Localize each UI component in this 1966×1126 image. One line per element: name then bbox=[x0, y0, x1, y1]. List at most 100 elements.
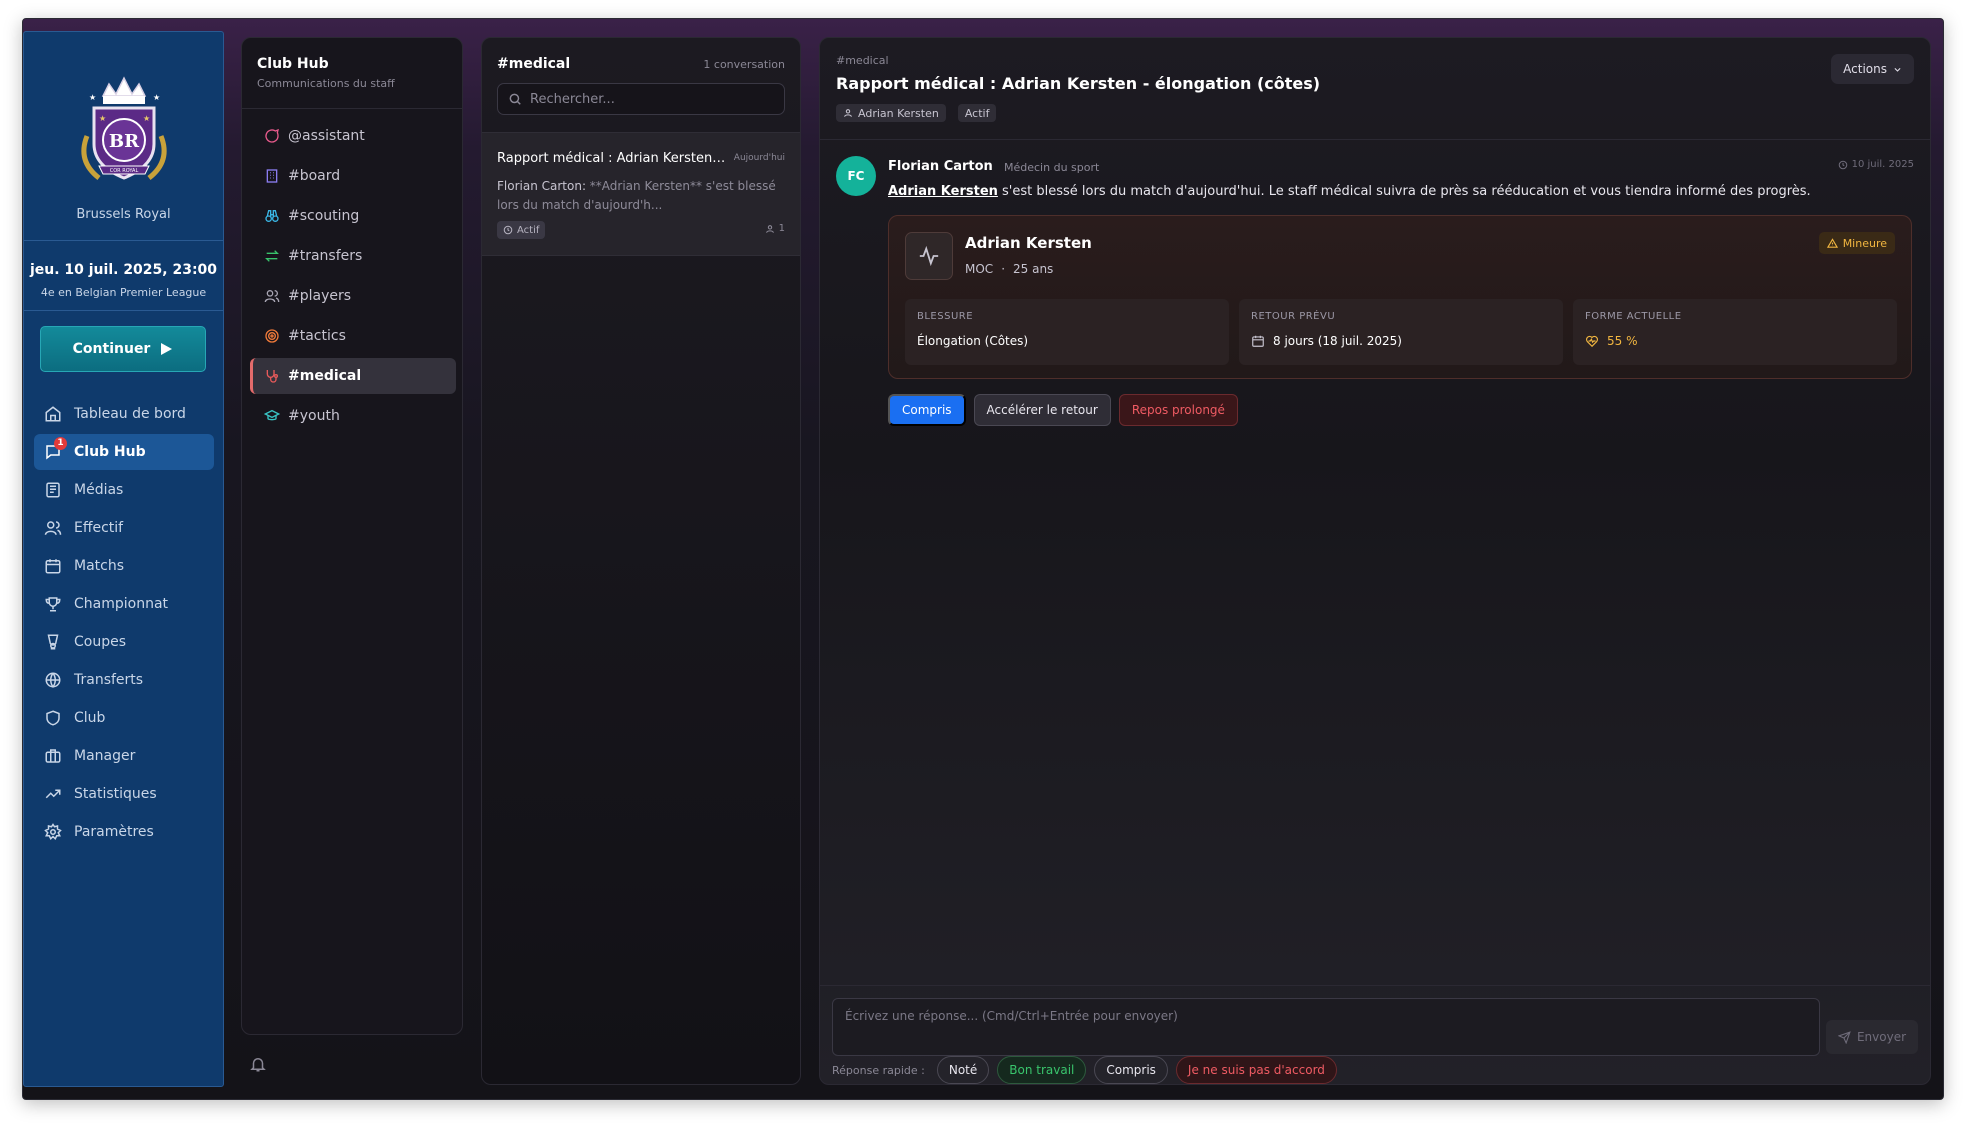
nav-item-squad[interactable]: Effectif bbox=[34, 510, 214, 546]
nav-item-label: Coupes bbox=[74, 634, 127, 650]
channel-item-tactics[interactable]: #tactics bbox=[250, 318, 456, 354]
actions-button[interactable]: Actions bbox=[1831, 54, 1914, 84]
search-box bbox=[497, 83, 785, 115]
conversation-preview: Florian Carton: **Adrian Kersten** s'est… bbox=[497, 177, 787, 215]
thread-header-divider bbox=[820, 139, 1930, 140]
nav-item-label: Club bbox=[74, 710, 106, 726]
understood-button[interactable]: Compris bbox=[888, 394, 966, 426]
meta-separator: · bbox=[1001, 262, 1006, 276]
nav-item-label: Transferts bbox=[74, 672, 144, 688]
game-date: jeu. 10 juil. 2025, 23:00 bbox=[29, 262, 218, 278]
extended-rest-button[interactable]: Repos prolongé bbox=[1118, 394, 1238, 426]
stat-value: Élongation (Côtes) bbox=[917, 334, 1028, 348]
svg-text:★: ★ bbox=[89, 93, 96, 102]
nav-item-matches[interactable]: Matchs bbox=[34, 548, 214, 584]
continue-button[interactable]: Continuer bbox=[40, 326, 206, 372]
composer-divider bbox=[820, 985, 1930, 986]
club-crest-logo: BR COR ROYAL ★ ★ ★ ★ bbox=[81, 76, 167, 180]
channel-item-medical[interactable]: #medical bbox=[250, 358, 456, 394]
send-button[interactable]: Envoyer bbox=[1826, 1020, 1918, 1054]
calendar-icon bbox=[1252, 335, 1264, 347]
briefcase-icon bbox=[45, 749, 61, 763]
player-age: 25 ans bbox=[1013, 262, 1054, 276]
bell-icon[interactable] bbox=[249, 1055, 267, 1073]
users-icon bbox=[264, 290, 280, 303]
nav-item-label: Tableau de bord bbox=[74, 406, 186, 422]
building-icon bbox=[266, 169, 278, 183]
user-icon bbox=[765, 224, 774, 233]
nav-item-settings[interactable]: Paramètres bbox=[34, 814, 214, 850]
channels-divider bbox=[242, 108, 462, 109]
channel-list: @assistant #board #scouting #transfers #… bbox=[250, 118, 456, 438]
channel-item-transfers[interactable]: #transfers bbox=[250, 238, 456, 274]
channel-item-players[interactable]: #players bbox=[250, 278, 456, 314]
quick-reply-understood[interactable]: Compris bbox=[1094, 1056, 1168, 1084]
avatar: FC bbox=[836, 156, 876, 196]
stat-form: FORME ACTUELLE 55 % bbox=[1573, 299, 1897, 365]
stat-injury: BLESSURE Élongation (Côtes) bbox=[905, 299, 1229, 365]
nav-item-label: Paramètres bbox=[74, 824, 154, 840]
club-name: Brussels Royal bbox=[76, 207, 171, 222]
quick-reply-noted[interactable]: Noté bbox=[936, 1056, 990, 1084]
channel-item-youth[interactable]: #youth bbox=[250, 398, 456, 434]
channel-item-assistant[interactable]: @assistant bbox=[250, 118, 456, 154]
conversation-time: Aujourd'hui bbox=[733, 153, 785, 163]
player-link[interactable]: Adrian Kersten bbox=[888, 184, 998, 199]
nav-item-cups[interactable]: Coupes bbox=[34, 624, 214, 660]
stat-value: 55 % bbox=[1585, 334, 1638, 348]
thread-title: Rapport médical : Adrian Kersten - élong… bbox=[836, 74, 1321, 93]
injury-type: Élongation (Côtes) bbox=[917, 334, 1029, 348]
status-badge: Actif bbox=[497, 221, 546, 239]
stat-label: BLESSURE bbox=[917, 311, 974, 322]
channel-item-scouting[interactable]: #scouting bbox=[250, 198, 456, 234]
nav-item-transfers[interactable]: Transferts bbox=[34, 662, 214, 698]
sidebar-divider bbox=[24, 310, 223, 311]
channels-panel: Club Hub Communications du staff @assist… bbox=[241, 37, 463, 1035]
warning-icon bbox=[1826, 237, 1838, 248]
accelerate-return-button[interactable]: Accélérer le retour bbox=[973, 394, 1111, 426]
search-input[interactable] bbox=[530, 91, 770, 107]
channel-item-board[interactable]: #board bbox=[250, 158, 456, 194]
quick-reply-label: Réponse rapide : bbox=[832, 1063, 925, 1077]
nav-item-label: Manager bbox=[74, 748, 136, 764]
chevron-down-icon bbox=[1894, 67, 1901, 72]
player-tag[interactable]: Adrian Kersten bbox=[836, 104, 946, 122]
conversation-item[interactable]: Rapport médical : Adrian Kersten - élong… bbox=[482, 132, 800, 256]
newspaper-icon bbox=[46, 482, 60, 498]
message-sender-role: Médecin du sport bbox=[1004, 161, 1100, 174]
gear-icon bbox=[44, 823, 62, 841]
injured-player-name[interactable]: Adrian Kersten bbox=[965, 234, 1092, 252]
status-tag: Actif bbox=[957, 104, 997, 122]
clock-icon bbox=[1838, 160, 1847, 169]
player-meta: MOC · 25 ans bbox=[965, 262, 1053, 276]
stethoscope-icon bbox=[266, 370, 278, 383]
quick-reply-disagree[interactable]: Je ne suis pas d'accord bbox=[1175, 1056, 1337, 1084]
heart-pulse-icon bbox=[1586, 335, 1598, 348]
reply-input[interactable] bbox=[833, 999, 1819, 1055]
nav-item-media[interactable]: Médias bbox=[34, 472, 214, 508]
message-time-value: 10 juil. 2025 bbox=[1851, 159, 1914, 170]
message-timestamp: 10 juil. 2025 bbox=[1838, 159, 1914, 170]
nav-item-manager[interactable]: Manager bbox=[34, 738, 214, 774]
nav-item-statistics[interactable]: Statistiques bbox=[34, 776, 214, 812]
nav-item-label: Médias bbox=[74, 482, 124, 498]
nav-item-league[interactable]: Championnat bbox=[34, 586, 214, 622]
nav-item-club-hub[interactable]: 1 Club Hub bbox=[34, 434, 214, 470]
stat-value: 8 jours (18 juil. 2025) bbox=[1251, 334, 1402, 348]
thread-tags: Adrian Kersten Actif bbox=[836, 104, 997, 122]
svg-text:★: ★ bbox=[153, 93, 160, 102]
stat-label: RETOUR PRÉVU bbox=[1251, 311, 1336, 322]
thread-channel: #medical bbox=[836, 54, 889, 67]
player-tag-label: Adrian Kersten bbox=[858, 106, 939, 120]
league-position: 4e en Belgian Premier League bbox=[40, 286, 207, 299]
svg-text:★: ★ bbox=[99, 114, 106, 123]
quick-reply-good-work[interactable]: Bon travail bbox=[997, 1056, 1087, 1084]
severity-label: Mineure bbox=[1842, 236, 1887, 250]
nav-item-label: Matchs bbox=[74, 558, 125, 574]
channels-subtitle: Communications du staff bbox=[257, 77, 395, 90]
nav-item-dashboard[interactable]: Tableau de bord bbox=[34, 396, 214, 432]
current-form: 55 % bbox=[1607, 334, 1638, 348]
conversation-count: 1 conversation bbox=[703, 58, 785, 71]
status-tag-label: Actif bbox=[964, 106, 990, 120]
nav-item-club[interactable]: Club bbox=[34, 700, 214, 736]
